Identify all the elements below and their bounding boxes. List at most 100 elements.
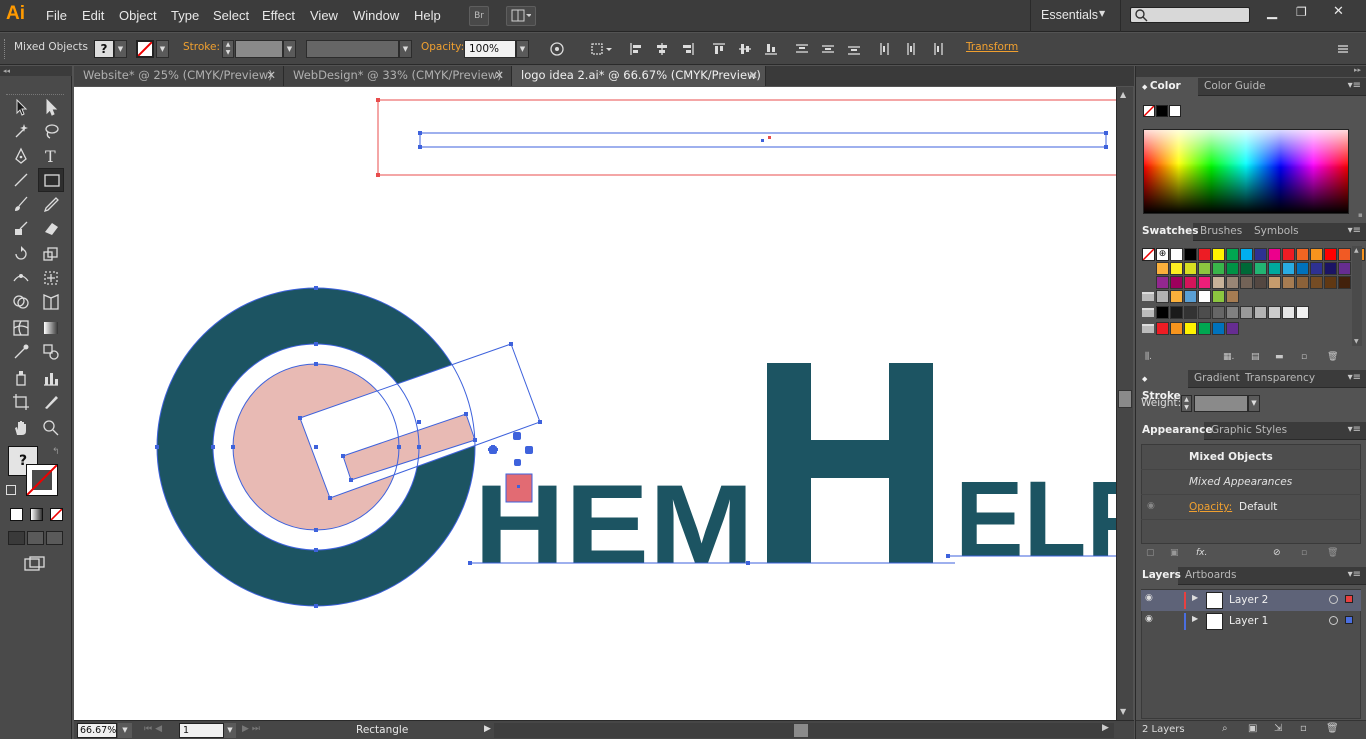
stroke-label[interactable]: Stroke: (183, 41, 220, 53)
menu-help[interactable]: Help (414, 8, 441, 23)
tab-brushes[interactable]: Brushes (1194, 223, 1248, 241)
create-sublayer-icon[interactable]: ⇲ (1274, 723, 1282, 734)
swatch[interactable] (1268, 276, 1281, 289)
stroke-weight-field[interactable] (235, 40, 283, 58)
artboard-tool[interactable] (8, 390, 34, 414)
layer-target-icon[interactable] (1329, 616, 1338, 625)
swatch-none[interactable] (1142, 248, 1155, 261)
panel-menu-icon[interactable]: ▾≡ (1348, 569, 1361, 580)
appearance-opacity-link[interactable]: Opacity: (1189, 501, 1232, 513)
search-input[interactable] (1130, 7, 1250, 23)
panel-menu-icon[interactable]: ▾≡ (1348, 372, 1361, 383)
distribute-right-icon[interactable] (930, 42, 944, 56)
swatch[interactable] (1184, 306, 1197, 319)
mesh-tool[interactable] (8, 316, 34, 340)
distribute-vertical-center-icon[interactable] (821, 42, 835, 56)
lasso-tool[interactable] (38, 119, 64, 143)
status-menu-arrow-icon[interactable]: ▶ (484, 724, 491, 734)
stroke-dropdown[interactable]: ▼ (156, 40, 169, 58)
artwork[interactable]: HEM ELP (74, 87, 1116, 720)
swatch[interactable] (1184, 290, 1197, 303)
swatch[interactable] (1156, 276, 1169, 289)
align-to-selection-icon[interactable] (590, 42, 614, 56)
distribute-left-icon[interactable] (878, 42, 892, 56)
swatch[interactable] (1184, 248, 1197, 261)
color-black-swatch[interactable] (1156, 105, 1168, 117)
color-mode-button[interactable] (10, 508, 23, 521)
artboard-dropdown[interactable]: ▼ (224, 723, 236, 738)
swatch[interactable] (1226, 276, 1239, 289)
artboard-next-icons[interactable]: ▶⏭ (242, 724, 263, 734)
fill-color-button[interactable]: ? (94, 40, 114, 58)
close-tab-icon[interactable]: ✕ (748, 66, 758, 85)
swatch[interactable] (1156, 306, 1169, 319)
swatch[interactable] (1212, 248, 1225, 261)
stroke-weight-stepper[interactable]: ▲ ▼ (222, 40, 234, 58)
rectangle-tool[interactable] (38, 168, 64, 192)
locate-object-icon[interactable]: ⌕ (1222, 723, 1228, 734)
layer-expand-icon[interactable]: ▶ (1192, 614, 1198, 623)
tab-symbols[interactable]: Symbols (1248, 223, 1305, 241)
swatch[interactable] (1240, 248, 1253, 261)
tab-artboards[interactable]: Artboards (1179, 567, 1242, 585)
swatch[interactable] (1198, 248, 1211, 261)
add-fill-icon[interactable]: ▣ (1170, 548, 1179, 558)
swatch[interactable] (1170, 322, 1183, 335)
screen-mode-icon[interactable] (24, 556, 46, 572)
swatch[interactable] (1156, 322, 1169, 335)
swatch[interactable] (1184, 276, 1197, 289)
scroll-right-icon[interactable]: ▶ (1102, 723, 1109, 733)
menu-view[interactable]: View (310, 8, 338, 23)
align-top-icon[interactable] (712, 42, 726, 56)
swatch[interactable] (1282, 306, 1295, 319)
transform-link[interactable]: Transform (966, 41, 1018, 53)
menu-select[interactable]: Select (213, 8, 249, 23)
profile-dropdown[interactable]: ▼ (399, 40, 412, 58)
swatch[interactable] (1324, 248, 1337, 261)
swatch[interactable] (1184, 262, 1197, 275)
swatch[interactable] (1254, 262, 1267, 275)
vertical-scrollbar[interactable]: ▲ ▼ (1116, 87, 1133, 720)
column-graph-tool[interactable] (38, 366, 64, 390)
swatch[interactable] (1226, 262, 1239, 275)
bridge-button[interactable]: Br (469, 6, 489, 26)
swap-fill-stroke-icon[interactable]: ↰ (52, 447, 60, 457)
delete-swatch-icon[interactable]: 🗑 (1327, 352, 1338, 362)
menu-window[interactable]: Window (353, 8, 399, 23)
horizontal-scrollbar[interactable]: ▶ (494, 723, 1114, 738)
swatch[interactable] (1268, 248, 1281, 261)
align-right-icon[interactable] (681, 42, 695, 56)
swatch[interactable] (1324, 262, 1337, 275)
swatch[interactable] (1282, 276, 1295, 289)
layer-selection-square[interactable] (1345, 595, 1353, 603)
close-tab-icon[interactable]: ✕ (494, 66, 504, 85)
swatch[interactable] (1240, 262, 1253, 275)
width-tool[interactable] (8, 266, 34, 290)
selection-tool[interactable] (8, 95, 34, 119)
swatch[interactable] (1310, 262, 1323, 275)
swatch[interactable] (1170, 262, 1183, 275)
layer-row-1[interactable]: ◉ ▶ Layer 1 (1141, 611, 1361, 632)
tab-graphic-styles[interactable]: Graphic Styles (1205, 422, 1293, 440)
menu-effect[interactable]: Effect (262, 8, 295, 23)
tab-stroke[interactable]: ◆ Stroke (1136, 370, 1188, 402)
swatch[interactable] (1184, 322, 1197, 335)
minimize-icon[interactable]: ▁ (1267, 5, 1277, 20)
fill-dropdown[interactable]: ▼ (114, 40, 127, 58)
default-fill-stroke-icon[interactable] (6, 485, 16, 495)
tab-website[interactable]: Website* @ 25% (CMYK/Preview) ✕ (74, 66, 284, 86)
distribute-bottom-icon[interactable] (847, 42, 861, 56)
swatch[interactable] (1226, 322, 1239, 335)
swatch[interactable] (1338, 248, 1351, 261)
new-color-group-icon[interactable]: ▬ (1275, 352, 1284, 362)
delete-layer-icon[interactable]: 🗑 (1326, 723, 1339, 734)
shape-builder-tool[interactable] (8, 290, 34, 314)
rotate-tool[interactable] (8, 242, 34, 266)
swatch[interactable] (1338, 276, 1351, 289)
swatch[interactable] (1310, 276, 1323, 289)
direct-selection-tool[interactable] (38, 95, 64, 119)
swatch[interactable] (1156, 262, 1169, 275)
swatch-options-icon[interactable]: ▤ (1251, 352, 1260, 362)
layer-name[interactable]: Layer 1 (1229, 615, 1268, 627)
swatch[interactable] (1170, 248, 1183, 261)
